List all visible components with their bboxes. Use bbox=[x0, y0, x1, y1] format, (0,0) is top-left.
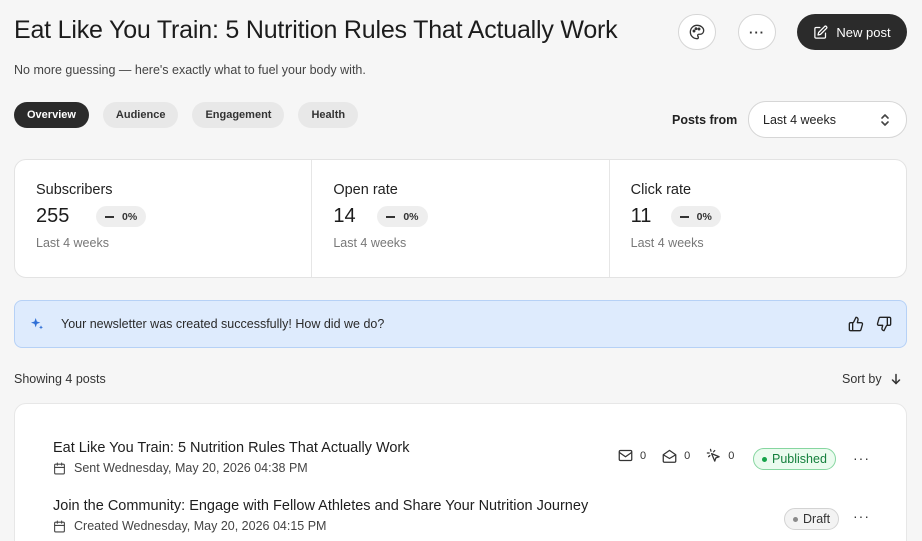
posts-from-label: Posts from bbox=[672, 113, 738, 127]
status-dot bbox=[793, 516, 798, 522]
post-meta: Created Wednesday, May 20, 2026 04:15 PM bbox=[53, 519, 326, 533]
new-post-button[interactable]: New post bbox=[797, 14, 907, 50]
stat-change-badge: 0% bbox=[670, 206, 721, 227]
post-date: Created Wednesday, May 20, 2026 04:15 PM bbox=[74, 519, 327, 533]
opened-count: 0 bbox=[684, 449, 691, 462]
calendar-icon bbox=[53, 520, 66, 533]
post-more-button[interactable]: ··· bbox=[853, 450, 870, 466]
sent-count: 0 bbox=[640, 449, 647, 462]
calendar-icon bbox=[53, 462, 66, 475]
stat-change: 0% bbox=[122, 210, 138, 223]
stat-change-badge: 0% bbox=[377, 206, 428, 227]
tab-audience[interactable]: Audience bbox=[102, 102, 179, 128]
stat-subscribers: Subscribers 255 0% Last 4 weeks bbox=[15, 160, 311, 277]
tab-health[interactable]: Health bbox=[298, 102, 359, 128]
status-badge: Published bbox=[753, 448, 836, 470]
date-range-select[interactable]: Last 4 weeks bbox=[748, 101, 907, 138]
palette-icon bbox=[689, 24, 705, 40]
mail-icon bbox=[618, 449, 633, 462]
stat-label: Click rate bbox=[630, 182, 692, 198]
sent-metric: 0 bbox=[618, 449, 646, 462]
dash-icon bbox=[105, 215, 114, 218]
stat-label: Open rate bbox=[333, 182, 398, 198]
stat-value: 255 bbox=[36, 205, 70, 227]
chevron-up-down-icon bbox=[880, 113, 890, 127]
post-meta: Sent Wednesday, May 20, 2026 04:38 PM bbox=[53, 461, 308, 475]
stats-card: Subscribers 255 0% Last 4 weeks Open rat… bbox=[14, 159, 907, 278]
posts-list: Eat Like You Train: 5 Nutrition Rules Th… bbox=[14, 403, 907, 541]
stat-open-rate: Open rate 14 0% Last 4 weeks bbox=[311, 160, 608, 277]
more-options-button[interactable]: ··· bbox=[738, 14, 776, 50]
feedback-banner: Your newsletter was created successfully… bbox=[14, 300, 907, 348]
stat-period: Last 4 weeks bbox=[630, 236, 704, 250]
stat-period: Last 4 weeks bbox=[36, 236, 109, 250]
dash-icon bbox=[679, 215, 689, 218]
cursor-click-icon bbox=[706, 448, 721, 463]
opened-metric: 0 bbox=[662, 449, 690, 463]
post-metrics: 0 0 0 bbox=[618, 448, 734, 463]
analytics-tabs: Overview Audience Engagement Health bbox=[14, 102, 359, 128]
posts-count: Showing 4 posts bbox=[14, 372, 106, 386]
banner-message: Your newsletter was created successfully… bbox=[61, 317, 385, 331]
thumbs-up-icon[interactable] bbox=[848, 316, 864, 332]
stat-change: 0% bbox=[696, 210, 712, 223]
stat-change-badge: 0% bbox=[96, 206, 147, 227]
stat-period: Last 4 weeks bbox=[333, 236, 407, 250]
page-title: Eat Like You Train: 5 Nutrition Rules Th… bbox=[14, 16, 618, 44]
page-subtitle: No more guessing — here's exactly what t… bbox=[14, 63, 366, 77]
stat-change: 0% bbox=[403, 210, 419, 223]
sort-button[interactable]: Sort by bbox=[842, 372, 902, 386]
stat-value: 11 bbox=[630, 205, 652, 227]
mail-open-icon bbox=[662, 449, 677, 463]
status-label: Draft bbox=[803, 512, 831, 526]
sort-label: Sort by bbox=[842, 372, 882, 386]
dash-icon bbox=[386, 215, 396, 218]
thumbs-down-icon[interactable] bbox=[876, 316, 892, 332]
status-badge: Draft bbox=[784, 508, 840, 530]
post-date: Sent Wednesday, May 20, 2026 04:38 PM bbox=[74, 461, 308, 475]
post-more-button[interactable]: ··· bbox=[853, 508, 870, 524]
post-title[interactable]: Eat Like You Train: 5 Nutrition Rules Th… bbox=[53, 440, 410, 456]
status-label: Published bbox=[772, 452, 827, 466]
page-header: Eat Like You Train: 5 Nutrition Rules Th… bbox=[14, 14, 908, 50]
date-range-value: Last 4 weeks bbox=[763, 112, 836, 127]
clicked-count: 0 bbox=[728, 449, 735, 462]
theme-button[interactable] bbox=[678, 14, 716, 50]
tab-overview[interactable]: Overview bbox=[14, 102, 89, 128]
arrow-down-icon bbox=[890, 373, 902, 385]
tab-engagement[interactable]: Engagement bbox=[192, 102, 285, 128]
sparkle-icon bbox=[29, 316, 45, 332]
stat-label: Subscribers bbox=[36, 182, 113, 198]
more-horizontal-icon: ··· bbox=[749, 24, 765, 40]
stat-value: 14 bbox=[333, 205, 356, 227]
status-dot bbox=[762, 456, 767, 462]
new-post-label: New post bbox=[836, 24, 891, 40]
edit-square-icon bbox=[813, 25, 828, 40]
stat-click-rate: Click rate 11 0% Last 4 weeks bbox=[608, 160, 906, 277]
post-title[interactable]: Join the Community: Engage with Fellow A… bbox=[53, 498, 588, 514]
list-item[interactable]: Eat Like You Train: 5 Nutrition Rules Th… bbox=[53, 440, 906, 490]
list-item[interactable]: Join the Community: Engage with Fellow A… bbox=[53, 498, 906, 541]
clicked-metric: 0 bbox=[706, 448, 734, 463]
